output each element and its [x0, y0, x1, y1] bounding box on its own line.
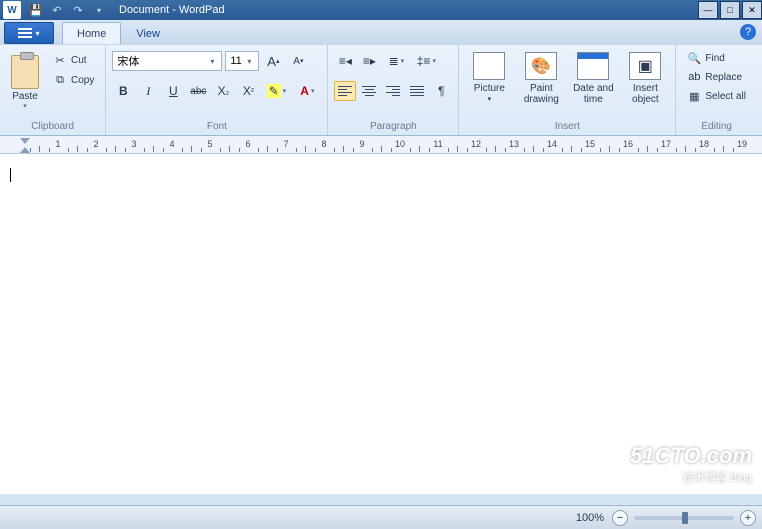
group-label-insert: Insert	[465, 119, 669, 135]
zoom-percent: 100%	[576, 512, 604, 524]
paste-label: Paste	[12, 91, 38, 102]
subscript-button[interactable]: X₂	[212, 81, 234, 101]
font-name-value: 宋体	[117, 53, 139, 69]
ruler[interactable]: 12345678910111213141516171819	[0, 136, 762, 154]
scissors-icon: ✂	[53, 53, 67, 67]
insert-date-button[interactable]: Date and time	[569, 47, 617, 113]
line-spacing-button[interactable]: ‡≡▾	[412, 51, 440, 71]
align-right-button[interactable]	[382, 81, 404, 101]
qat-dropdown-icon[interactable]: ▾	[89, 1, 109, 19]
group-insert: Picture▾ 🎨 Paint drawing Date and time ▣…	[459, 45, 676, 135]
window-title: Document - WordPad	[119, 4, 225, 16]
bold-button[interactable]: B	[112, 81, 134, 101]
quick-access-toolbar: 💾 ↶ ↷ ▾	[26, 1, 109, 19]
select-all-button[interactable]: ▦ Select all	[682, 87, 751, 105]
paragraph-dialog-button[interactable]: ¶	[430, 81, 452, 101]
underline-button[interactable]: U	[162, 81, 184, 101]
group-label-clipboard: Clipboard	[6, 119, 99, 135]
copy-label: Copy	[71, 75, 94, 86]
copy-icon: ⧉	[53, 73, 67, 87]
redo-icon[interactable]: ↷	[68, 1, 88, 19]
font-name-combo[interactable]: 宋体 ▾	[112, 51, 222, 71]
palette-icon: 🎨	[525, 52, 557, 80]
select-all-icon: ▦	[687, 89, 701, 103]
copy-button[interactable]: ⧉ Copy	[48, 71, 99, 89]
strikethrough-button[interactable]: abc	[187, 81, 209, 101]
insert-paint-button[interactable]: 🎨 Paint drawing	[517, 47, 565, 113]
undo-icon[interactable]: ↶	[47, 1, 67, 19]
align-justify-button[interactable]	[406, 81, 428, 101]
align-center-button[interactable]	[358, 81, 380, 101]
selectall-label: Select all	[705, 91, 746, 102]
find-label: Find	[705, 53, 724, 64]
group-label-editing: Editing	[682, 119, 751, 135]
insert-object-button[interactable]: ▣ Insert object	[621, 47, 669, 113]
search-icon: 🔍	[687, 51, 701, 65]
paint-label: Paint drawing	[518, 83, 564, 105]
insert-picture-button[interactable]: Picture▾	[465, 47, 513, 113]
ribbon-tabs: ▾ Home View ?	[0, 20, 762, 44]
object-icon: ▣	[629, 52, 661, 80]
align-left-button[interactable]	[334, 81, 356, 101]
document-area[interactable]	[0, 154, 762, 494]
minimize-button[interactable]: —	[698, 1, 718, 19]
file-menu-button[interactable]: ▾	[4, 22, 54, 44]
group-paragraph: ≡◂ ≡▸ ≣▾ ‡≡▾ ¶ Paragraph	[328, 45, 459, 135]
picture-label: Picture	[474, 83, 505, 94]
title-bar: W 💾 ↶ ↷ ▾ Document - WordPad — □ ✕	[0, 0, 762, 20]
increase-indent-button[interactable]: ≡▸	[358, 51, 380, 71]
group-label-paragraph: Paragraph	[334, 119, 452, 135]
paste-button[interactable]: Paste ▾	[6, 47, 44, 113]
grow-font-button[interactable]: A▴	[262, 51, 284, 71]
close-button[interactable]: ✕	[742, 1, 762, 19]
highlight-button[interactable]: ✎▾	[262, 81, 290, 101]
date-label: Date and time	[570, 83, 616, 105]
bullets-button[interactable]: ≣▾	[382, 51, 410, 71]
find-button[interactable]: 🔍 Find	[682, 49, 751, 67]
decrease-indent-button[interactable]: ≡◂	[334, 51, 356, 71]
chevron-down-icon: ▾	[242, 57, 256, 66]
tab-view[interactable]: View	[121, 22, 175, 44]
replace-button[interactable]: ab Replace	[682, 68, 751, 86]
replace-icon: ab	[687, 70, 701, 84]
superscript-button[interactable]: X²	[237, 81, 259, 101]
calendar-icon	[577, 52, 609, 80]
font-size-value: 11	[230, 55, 241, 67]
text-cursor	[10, 168, 11, 182]
ribbon: Paste ▾ ✂ Cut ⧉ Copy Clipboard 宋体 ▾	[0, 44, 762, 136]
cut-button[interactable]: ✂ Cut	[48, 51, 99, 69]
group-editing: 🔍 Find ab Replace ▦ Select all Editing	[676, 45, 757, 135]
maximize-button[interactable]: □	[720, 1, 740, 19]
object-label: Insert object	[622, 83, 668, 105]
help-icon[interactable]: ?	[740, 24, 756, 40]
app-icon: W	[3, 1, 21, 19]
group-label-font: Font	[112, 119, 321, 135]
shrink-font-button[interactable]: A▾	[287, 51, 309, 71]
group-font: 宋体 ▾ 11 ▾ A▴ A▾ B I U abc X₂ X² ✎▾ A▾	[106, 45, 328, 135]
zoom-out-button[interactable]: −	[612, 510, 628, 526]
status-bar: 100% − +	[0, 505, 762, 529]
cut-label: Cut	[71, 55, 87, 66]
zoom-slider-thumb[interactable]	[682, 512, 688, 524]
chevron-down-icon: ▾	[205, 57, 219, 66]
zoom-in-button[interactable]: +	[740, 510, 756, 526]
zoom-slider[interactable]	[634, 516, 734, 520]
picture-icon	[473, 52, 505, 80]
save-icon[interactable]: 💾	[26, 1, 46, 19]
font-size-combo[interactable]: 11 ▾	[225, 51, 259, 71]
font-color-button[interactable]: A▾	[293, 81, 321, 101]
clipboard-icon	[11, 55, 39, 89]
replace-label: Replace	[705, 72, 742, 83]
group-clipboard: Paste ▾ ✂ Cut ⧉ Copy Clipboard	[0, 45, 106, 135]
italic-button[interactable]: I	[137, 81, 159, 101]
tab-home[interactable]: Home	[62, 22, 121, 44]
